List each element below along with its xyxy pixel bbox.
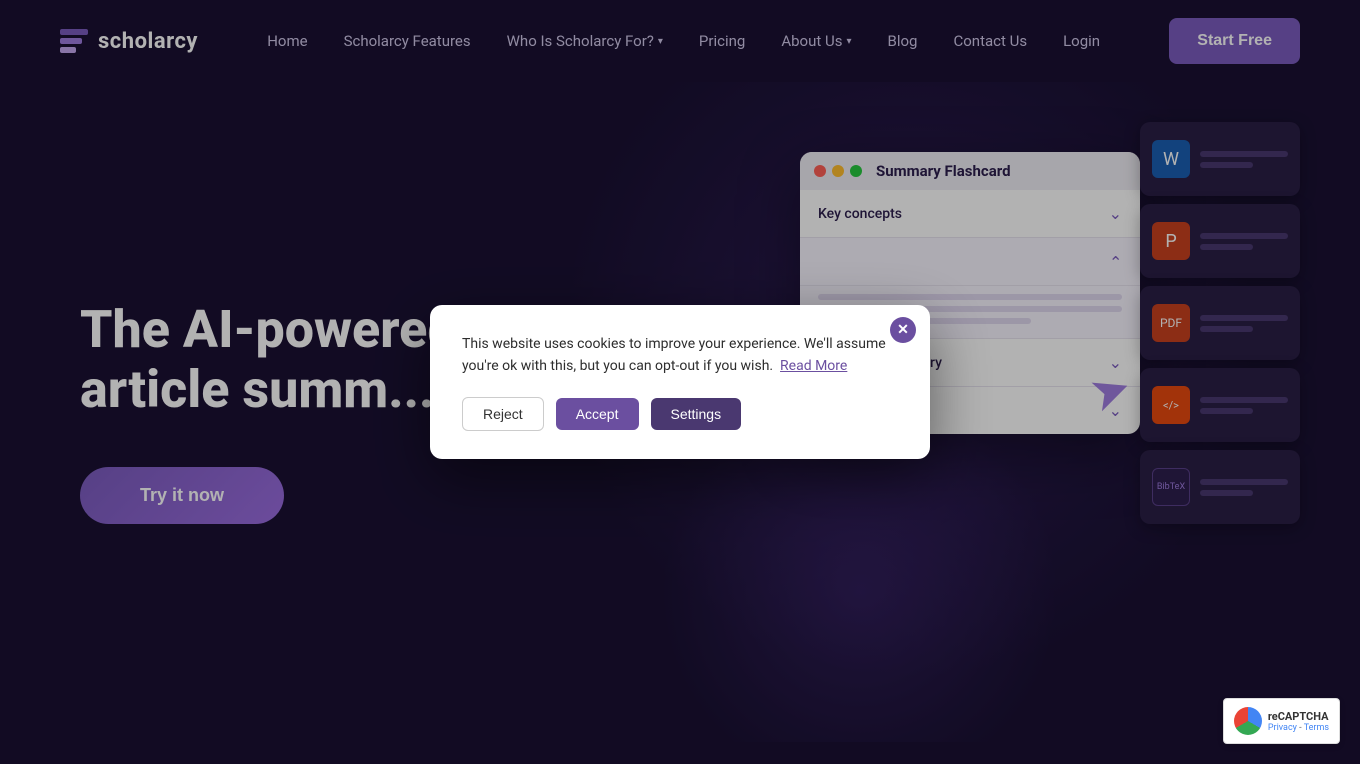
cookie-text: This website uses cookies to improve you… [462,333,898,378]
cookie-overlay: ✕ This website uses cookies to improve y… [0,0,1360,764]
cookie-reject-button[interactable]: Reject [462,397,544,431]
recaptcha-privacy-link[interactable]: Privacy [1268,723,1297,733]
recaptcha-links: Privacy - Terms [1268,723,1329,733]
cookie-close-button[interactable]: ✕ [890,317,916,343]
cookie-banner: ✕ This website uses cookies to improve y… [430,305,930,460]
recaptcha-badge: reCAPTCHA Privacy - Terms [1223,698,1340,744]
recaptcha-logo-icon [1234,707,1262,735]
cookie-read-more-link[interactable]: Read More [780,358,847,374]
recaptcha-title: reCAPTCHA [1268,710,1329,723]
cookie-accept-button[interactable]: Accept [556,398,639,430]
cookie-settings-button[interactable]: Settings [651,398,742,430]
cookie-actions: Reject Accept Settings [462,397,898,431]
recaptcha-terms-link[interactable]: Terms [1304,723,1329,733]
